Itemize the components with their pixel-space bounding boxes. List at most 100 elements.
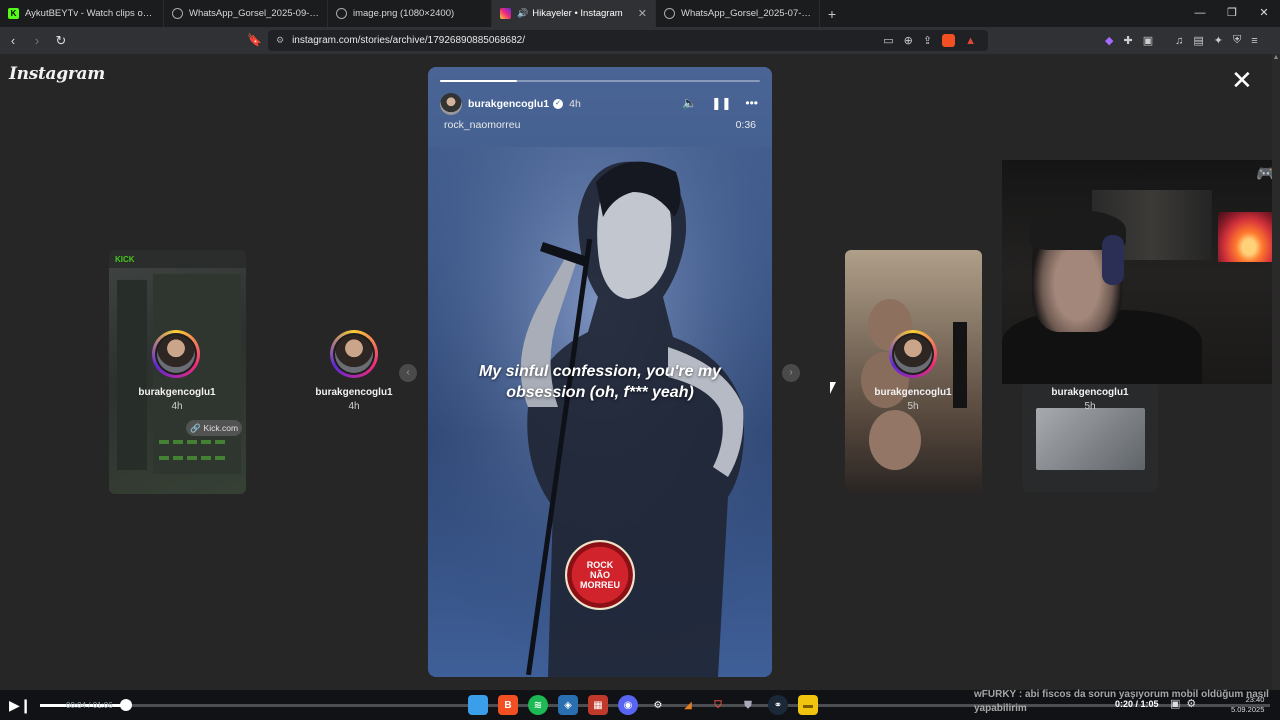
share-icon[interactable]: ⇪ [923, 34, 932, 47]
tab-title: Hikayeler • Instagram [532, 8, 623, 19]
url-actions: ▭ ⊕ ⇪ ▲ [883, 34, 976, 47]
globe-icon [664, 8, 675, 19]
brave-shields-icon[interactable] [942, 34, 956, 47]
tab-whatsapp-image-1[interactable]: WhatsApp_Gorsel_2025-09-05_saat_ [164, 0, 328, 27]
video-seek-handle[interactable] [120, 699, 133, 711]
extensions-icon[interactable]: ✚ [1123, 34, 1132, 47]
link-icon: 🔗 [189, 422, 201, 433]
story-avatar[interactable] [152, 330, 200, 378]
taskbar-apps: B ≋ ◈ ▦ ◉ ⚙ ◢ ⛉ ⛊ ⚭ ▬ [468, 695, 818, 715]
site-info-icon[interactable]: ⚙ [276, 35, 284, 46]
gear-icon[interactable]: ⚙ [1186, 697, 1196, 710]
window-controls: — ❐ ✕ [1184, 0, 1280, 27]
game-launcher-icon[interactable]: ◢ [678, 695, 698, 715]
folder-icon[interactable]: ▬ [798, 695, 818, 715]
tab-title: AykutBEYTv - Watch clips on Kick [25, 8, 155, 19]
rock-nao-morreu-logo: ROCK NÃO MORREU [565, 540, 635, 610]
avatar-photo [894, 335, 932, 373]
vpn-icon[interactable]: ⛨ [1233, 34, 1241, 47]
headset [1102, 235, 1124, 285]
story-username: burakgencoglu1 [874, 387, 952, 398]
spotify-icon[interactable]: ≋ [528, 695, 548, 715]
pause-icon[interactable]: ❚❚ [711, 96, 731, 110]
brave-rewards-icon[interactable]: ▲ [965, 35, 976, 47]
chat-username: wFURKY [974, 689, 1017, 700]
scroll-up-icon[interactable]: ▲ [1272, 54, 1280, 61]
url-field[interactable]: ⚙ instagram.com/stories/archive/17926890… [268, 30, 988, 51]
steam-icon[interactable]: ⚭ [768, 695, 788, 715]
story-duration: 0:36 [735, 119, 756, 131]
story-progress-bar [440, 80, 760, 82]
more-options-icon[interactable]: ••• [745, 96, 758, 110]
forward-icon[interactable]: › [26, 33, 48, 48]
tab-title: image.png (1080×2400) [353, 8, 455, 19]
cast-icon[interactable]: ▭ [883, 34, 893, 47]
ai-icon[interactable]: ✦ [1214, 34, 1223, 47]
avatar-photo [335, 335, 373, 373]
story-avatar[interactable] [330, 330, 378, 378]
svg-text:KICK: KICK [115, 255, 135, 264]
tab-title: WhatsApp_Gorsel_2025-07-18_saat_ [681, 8, 811, 19]
media-app-icon[interactable]: ▦ [588, 695, 608, 715]
leo-icon[interactable]: ◆ [1105, 34, 1113, 47]
lyrics-caption: My sinful confession, you're my obsessio… [478, 363, 722, 401]
reload-icon[interactable]: ↻ [50, 33, 72, 49]
speaker-icon[interactable]: 🔊 [517, 8, 528, 19]
minimize-icon[interactable]: — [1184, 0, 1216, 27]
wallet-icon[interactable]: ▤ [1193, 34, 1203, 47]
zoom-icon[interactable]: ⊕ [904, 34, 913, 47]
music-icon[interactable]: ♫ [1175, 35, 1183, 47]
active-story[interactable]: burakgencoglu1 ✓ 4h 🔈 ❚❚ ••• rock_naomor… [428, 67, 772, 677]
page-scrollbar[interactable]: ▲ [1272, 54, 1280, 690]
tab-whatsapp-image-2[interactable]: WhatsApp_Gorsel_2025-07-18_saat_ [656, 0, 820, 27]
tab-instagram[interactable]: 🔊 Hikayeler • Instagram ✕ [492, 0, 656, 27]
previous-story-button[interactable]: ‹ [399, 364, 417, 382]
story-author-name[interactable]: burakgencoglu1 [468, 98, 549, 110]
story-controls: 🔈 ❚❚ ••• [682, 96, 758, 110]
system-tray: ▣ ⚙ [1170, 697, 1196, 710]
globe-icon [172, 8, 183, 19]
link-sticker[interactable]: 🔗 Kick.com [186, 420, 242, 436]
story-time: 4h [171, 401, 183, 412]
discord-icon[interactable]: ◉ [618, 695, 638, 715]
settings-icon[interactable]: ⚙ [648, 695, 668, 715]
url-text: instagram.com/stories/archive/1792689088… [292, 35, 526, 46]
avatar-photo [157, 335, 195, 373]
volume-icon[interactable]: 🔈 [682, 96, 697, 110]
story-author-avatar[interactable] [440, 93, 462, 115]
tray-app-icon[interactable]: ▣ [1170, 697, 1180, 710]
valorant-icon[interactable]: ⛊ [738, 695, 758, 715]
play-icon[interactable]: ▶❙ [9, 697, 32, 714]
bookmark-icon[interactable]: 🔖 [247, 33, 262, 47]
story-time: 4h [569, 98, 581, 110]
system-clock[interactable]: 23:40 5.09.2025 [1231, 695, 1264, 715]
back-icon[interactable]: ‹ [2, 33, 24, 48]
story-username: burakgencoglu1 [138, 387, 216, 398]
sidebar-icon[interactable]: ▣ [1143, 34, 1153, 47]
story-avatar[interactable] [889, 330, 937, 378]
clip-time: 0:20 / 1:05 [1115, 699, 1159, 709]
close-stories-icon[interactable]: ✕ [1231, 66, 1253, 94]
tab-close-icon[interactable]: ✕ [638, 7, 647, 20]
story-time: 5h [1084, 401, 1096, 412]
story-username: burakgencoglu1 [1051, 387, 1129, 398]
tab-image-png[interactable]: image.png (1080×2400) [328, 0, 492, 27]
story-header: burakgencoglu1 ✓ 4h 🔈 ❚❚ ••• [440, 93, 760, 115]
brave-icon[interactable]: B [498, 695, 518, 715]
window-close-icon[interactable]: ✕ [1248, 0, 1280, 27]
instagram-logo[interactable]: Instagram [9, 64, 105, 84]
browser-toolbar-icons: ◆ ✚ ▣ ♫ ▤ ✦ ⛨ ≡ [1105, 27, 1258, 54]
new-tab-button[interactable]: + [820, 6, 844, 22]
browser-tab-bar: K AykutBEYTv - Watch clips on Kick Whats… [0, 0, 1280, 27]
next-story-button[interactable]: › [782, 364, 800, 382]
network-icon[interactable]: ◈ [558, 695, 578, 715]
address-bar: ‹ › ↻ 🔖 ⚙ instagram.com/stories/archive/… [0, 27, 1280, 54]
restore-icon[interactable]: ❐ [1216, 0, 1248, 27]
tab-kick[interactable]: K AykutBEYTv - Watch clips on Kick [0, 0, 164, 27]
menu-icon[interactable]: ≡ [1251, 35, 1257, 47]
story-source-account[interactable]: rock_naomorreu [444, 119, 520, 131]
kick-icon: K [8, 8, 19, 19]
tab-title: WhatsApp_Gorsel_2025-09-05_saat_ [189, 8, 319, 19]
shield-app-icon[interactable]: ⛉ [708, 695, 728, 715]
windows-start-icon[interactable] [468, 695, 488, 715]
